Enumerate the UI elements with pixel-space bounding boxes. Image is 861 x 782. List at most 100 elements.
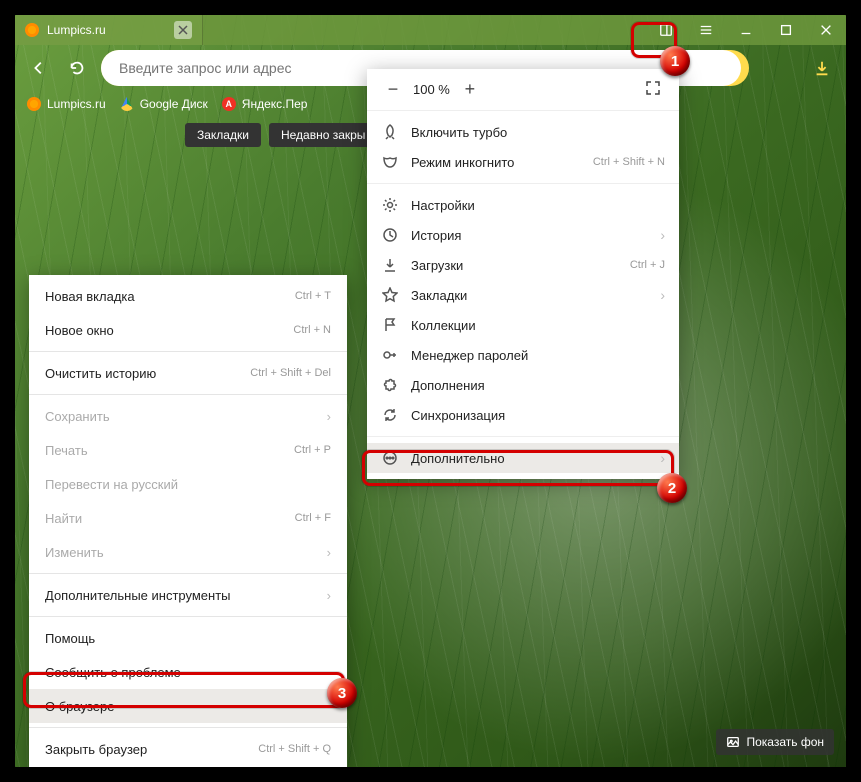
submenu-label: Дополнительные инструменты (45, 588, 231, 603)
bookmark-label: Lumpics.ru (47, 97, 106, 111)
clock-icon (381, 226, 399, 244)
zoom-controls: − 100 % + (367, 69, 679, 111)
menu-addons[interactable]: Дополнения (367, 370, 679, 400)
back-button[interactable] (25, 54, 53, 82)
tab-close-button[interactable] (174, 21, 192, 39)
submenu-edit: Изменить › (29, 535, 347, 569)
sidebar-toggle-icon[interactable] (646, 15, 686, 45)
badge-3: 3 (327, 678, 357, 708)
puzzle-icon (381, 376, 399, 394)
bookmark-label: Google Диск (140, 97, 208, 111)
submenu-shortcut: Ctrl + N (293, 324, 331, 336)
menu-turbo[interactable]: Включить турбо (367, 117, 679, 147)
menu-bookmarks[interactable]: Закладки › (367, 280, 679, 310)
mask-icon (381, 153, 399, 171)
menu-label: Дополнительно (411, 451, 505, 466)
zoom-out-button[interactable]: − (381, 78, 405, 102)
chevron-right-icon: › (327, 588, 331, 603)
title-bar: Lumpics.ru (15, 15, 846, 45)
submenu-label: Сохранить (45, 409, 110, 424)
dots-icon (381, 449, 399, 467)
menu-more[interactable]: Дополнительно › (367, 443, 679, 473)
menu-label: Включить турбо (411, 125, 507, 140)
submenu-shortcut: Ctrl + F (295, 512, 331, 524)
bookmark-yandex[interactable]: A Яндекс.Пер (222, 97, 308, 111)
submenu-label: Печать (45, 443, 88, 458)
gear-icon (381, 196, 399, 214)
downloads-button[interactable] (808, 54, 836, 82)
flag-icon (381, 316, 399, 334)
submenu-shortcut: Ctrl + Shift + Q (258, 743, 331, 755)
tab-title: Lumpics.ru (47, 23, 106, 37)
submenu-help[interactable]: Помощь (29, 621, 347, 655)
submenu-separator (29, 394, 347, 395)
show-background-label: Показать фон (746, 735, 824, 749)
menu-downloads[interactable]: Загрузки Ctrl + J (367, 250, 679, 280)
bookmark-lumpics[interactable]: Lumpics.ru (27, 97, 106, 111)
show-background-button[interactable]: Показать фон (716, 729, 834, 755)
download-icon (381, 256, 399, 274)
submenu-quit[interactable]: Закрыть браузер Ctrl + Shift + Q (29, 732, 347, 766)
menu-label: Коллекции (411, 318, 476, 333)
submenu-new-window[interactable]: Новое окно Ctrl + N (29, 313, 347, 347)
more-submenu: Новая вкладка Ctrl + T Новое окно Ctrl +… (29, 275, 347, 770)
bookmark-icon: A (222, 97, 236, 111)
menu-label: Синхронизация (411, 408, 505, 423)
submenu-label: Помощь (45, 631, 95, 646)
submenu-separator (29, 727, 347, 728)
chevron-right-icon: › (660, 287, 665, 303)
menu-passwords[interactable]: Менеджер паролей (367, 340, 679, 370)
browser-tab[interactable]: Lumpics.ru (15, 15, 203, 45)
submenu-label: Закрыть браузер (45, 742, 147, 757)
main-menu: − 100 % + Включить турбо Режим инкогнито… (367, 69, 679, 479)
fullscreen-button[interactable] (645, 80, 665, 100)
submenu-dev-tools[interactable]: Дополнительные инструменты › (29, 578, 347, 612)
menu-label: Загрузки (411, 258, 463, 273)
minimize-button[interactable] (726, 15, 766, 45)
maximize-button[interactable] (766, 15, 806, 45)
chevron-right-icon: › (660, 450, 665, 466)
menu-collections[interactable]: Коллекции (367, 310, 679, 340)
chip-bookmarks[interactable]: Закладки (185, 123, 261, 147)
submenu-shortcut: Ctrl + T (295, 290, 331, 302)
bookmark-label: Яндекс.Пер (242, 97, 308, 111)
close-window-button[interactable] (806, 15, 846, 45)
submenu-about[interactable]: О браузере (29, 689, 347, 723)
menu-incognito[interactable]: Режим инкогнито Ctrl + Shift + N (367, 147, 679, 177)
submenu-shortcut: Ctrl + P (294, 444, 331, 456)
menu-settings[interactable]: Настройки (367, 190, 679, 220)
menu-history[interactable]: История › (367, 220, 679, 250)
badge-2: 2 (657, 473, 687, 503)
bookmark-icon (120, 97, 134, 111)
menu-sync[interactable]: Синхронизация (367, 400, 679, 430)
submenu-label: Перевести на русский (45, 477, 178, 492)
zoom-value: 100 % (413, 82, 450, 97)
submenu-separator (29, 351, 347, 352)
submenu-label: Очистить историю (45, 366, 156, 381)
submenu-label: О браузере (45, 699, 115, 714)
submenu-translate: Перевести на русский (29, 467, 347, 501)
reload-button[interactable] (63, 54, 91, 82)
submenu-label: Новое окно (45, 323, 114, 338)
menu-button[interactable] (686, 15, 726, 45)
sync-icon (381, 406, 399, 424)
menu-label: Дополнения (411, 378, 485, 393)
key-icon (381, 346, 399, 364)
tab-favicon (25, 23, 39, 37)
submenu-report[interactable]: Сообщить о проблеме (29, 655, 347, 689)
rocket-icon (381, 123, 399, 141)
chip-recent[interactable]: Недавно закры (269, 123, 378, 147)
chevron-right-icon: › (327, 545, 331, 560)
submenu-separator (29, 573, 347, 574)
zoom-in-button[interactable]: + (458, 78, 482, 102)
menu-label: Настройки (411, 198, 475, 213)
bookmark-gdrive[interactable]: Google Диск (120, 97, 208, 111)
submenu-shortcut: Ctrl + Shift + Del (250, 367, 331, 379)
submenu-clear-history[interactable]: Очистить историю Ctrl + Shift + Del (29, 356, 347, 390)
menu-shortcut: Ctrl + J (630, 259, 665, 271)
menu-label: История (411, 228, 461, 243)
submenu-separator (29, 616, 347, 617)
submenu-label: Новая вкладка (45, 289, 135, 304)
submenu-new-tab[interactable]: Новая вкладка Ctrl + T (29, 279, 347, 313)
menu-shortcut: Ctrl + Shift + N (593, 156, 665, 168)
